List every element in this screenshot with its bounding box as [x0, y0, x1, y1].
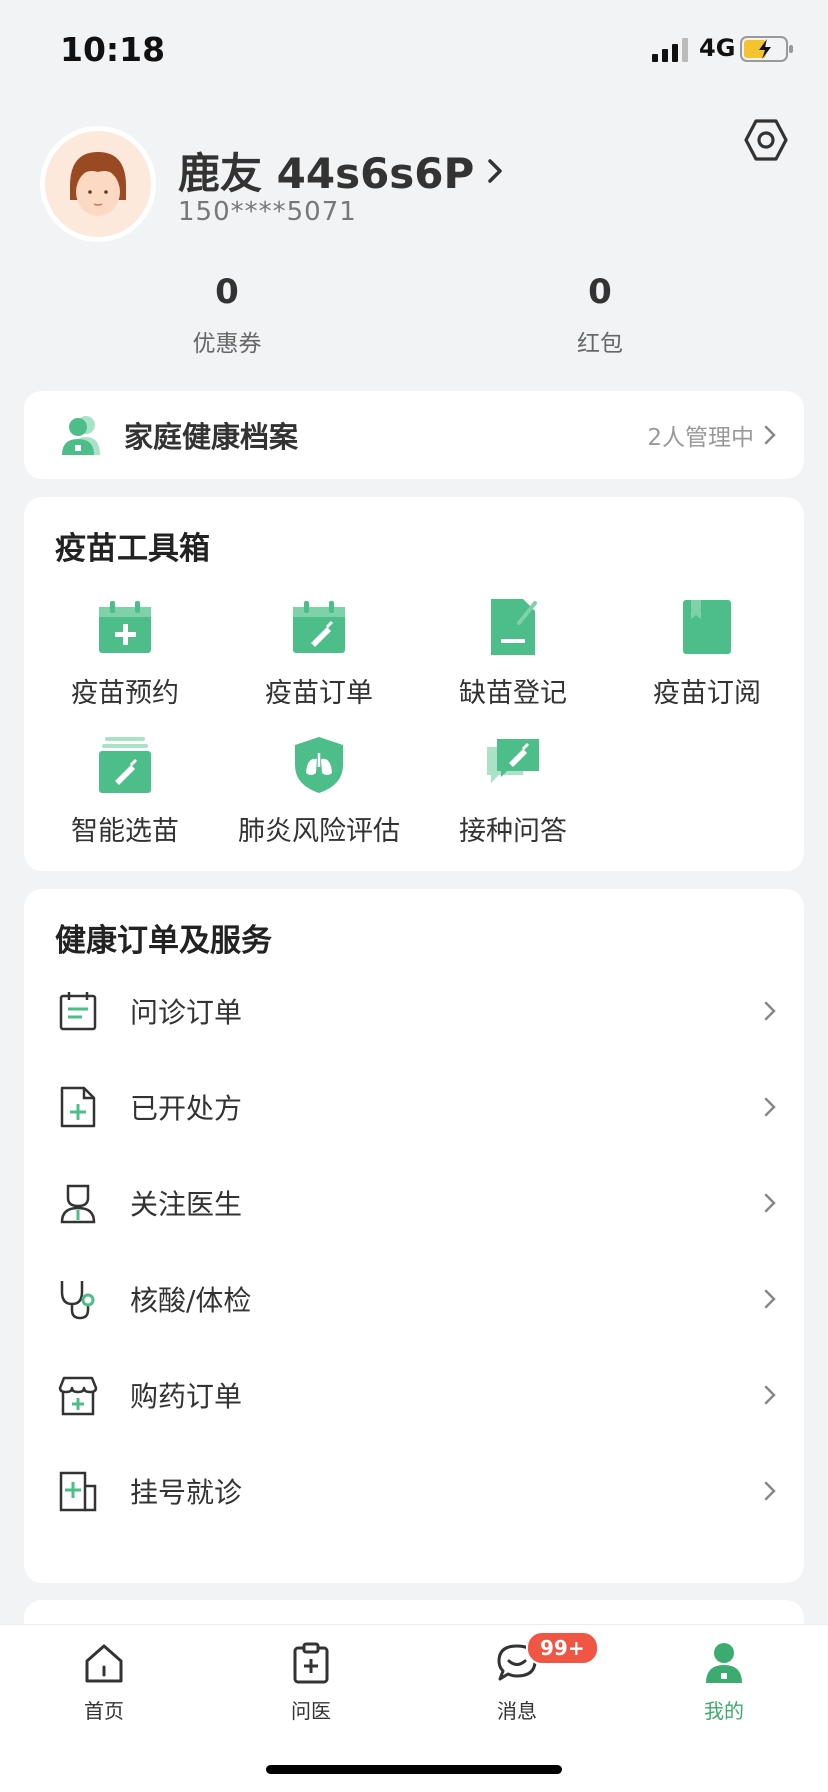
- tool-vaccine-shortage-register[interactable]: 缺苗登记: [423, 597, 603, 710]
- shield-lungs-icon: [295, 737, 343, 793]
- health-services-card: 健康订单及服务 问诊订单 已开处方 关注医生 核酸/体检 购药订单 挂号就诊: [24, 889, 804, 1583]
- hospital-icon: [59, 1471, 97, 1512]
- chevron-right-icon: [764, 1385, 776, 1405]
- nickname: 鹿友 44s6s6P: [178, 149, 475, 198]
- stacked-syringe-icon: [99, 737, 151, 793]
- bottom-tab-bar: 首页 问医 消息 99+ 我的: [0, 1624, 828, 1792]
- tab-label: 首页: [84, 1699, 124, 1723]
- chevron-right-icon: [764, 1289, 776, 1309]
- user-icon: [706, 1643, 742, 1683]
- tool-label: 疫苗订阅: [653, 678, 761, 709]
- row-label: 购药订单: [130, 1380, 243, 1413]
- calendar-syringe-icon: [293, 601, 345, 653]
- red-packet-stat[interactable]: 0 红包: [520, 272, 680, 358]
- tool-label: 智能选苗: [71, 816, 179, 847]
- vaccine-toolbox-title: 疫苗工具箱: [55, 531, 210, 567]
- row-registration[interactable]: 挂号就诊: [24, 1446, 804, 1536]
- clipboard-calendar-icon: [59, 992, 97, 1031]
- chevron-right-icon: [764, 1097, 776, 1117]
- tab-mine[interactable]: 我的: [664, 1641, 784, 1724]
- tool-label: 肺炎风险评估: [238, 816, 400, 847]
- row-medicine-orders[interactable]: 购药订单: [24, 1350, 804, 1440]
- chevron-right-icon: [764, 1481, 776, 1501]
- row-consult-orders[interactable]: 问诊订单: [24, 966, 804, 1056]
- family-health-record-card[interactable]: 家庭健康档案 2人管理中: [24, 391, 804, 479]
- tool-pneumonia-risk[interactable]: 肺炎风险评估: [229, 735, 409, 848]
- row-prescriptions[interactable]: 已开处方: [24, 1062, 804, 1152]
- chevron-right-icon: [488, 158, 503, 183]
- tool-vaccine-orders[interactable]: 疫苗订单: [229, 597, 409, 710]
- tool-label: 接种问答: [459, 816, 567, 847]
- tool-vaccination-qa[interactable]: 接种问答: [423, 735, 603, 848]
- tab-ask-doctor[interactable]: 问医: [251, 1641, 371, 1724]
- home-indicator: [266, 1765, 562, 1774]
- tool-vaccine-appointment[interactable]: 疫苗预约: [35, 597, 215, 710]
- calendar-plus-icon: [99, 601, 151, 653]
- coupon-label: 优惠券: [192, 331, 262, 357]
- battery-charging-icon: [740, 36, 793, 62]
- chevron-right-icon: [764, 425, 776, 445]
- health-services-title: 健康订单及服务: [55, 923, 272, 959]
- bookmark-book-icon: [683, 600, 731, 654]
- row-label: 挂号就诊: [130, 1476, 243, 1509]
- chat-syringe-icon: [487, 739, 539, 783]
- tool-label: 疫苗预约: [71, 678, 179, 709]
- red-packet-label: 红包: [577, 331, 623, 357]
- status-time: 10:18: [60, 30, 166, 69]
- network-type: 4G: [699, 34, 736, 62]
- row-label: 问诊订单: [130, 996, 243, 1029]
- pharmacy-store-icon: [58, 1376, 98, 1416]
- document-edit-icon: [491, 599, 537, 655]
- family-record-title: 家庭健康档案: [124, 420, 299, 454]
- tab-label: 问医: [291, 1699, 331, 1723]
- home-icon: [85, 1644, 123, 1683]
- avatar-face-icon: [70, 152, 126, 216]
- stethoscope-icon: [60, 1281, 95, 1320]
- avatar[interactable]: [40, 126, 156, 242]
- tool-label: 疫苗订单: [265, 678, 373, 709]
- row-label: 关注医生: [130, 1188, 243, 1221]
- chevron-right-icon: [764, 1001, 776, 1021]
- medical-kit-icon: [293, 1642, 329, 1684]
- row-label: 已开处方: [130, 1092, 243, 1125]
- tab-label: 消息: [497, 1699, 537, 1723]
- family-record-status: 2人管理中: [647, 425, 754, 451]
- chevron-right-icon: [764, 1193, 776, 1213]
- status-bar: 10:18 4G: [0, 0, 828, 100]
- tab-label: 我的: [704, 1699, 744, 1723]
- cellular-signal-icon: [652, 38, 688, 62]
- row-nucleic-checkup[interactable]: 核酸/体检: [24, 1254, 804, 1344]
- tool-label: 缺苗登记: [459, 678, 567, 709]
- prescription-file-icon: [60, 1086, 96, 1128]
- message-count-badge: 99+: [526, 1631, 599, 1665]
- tab-home[interactable]: 首页: [44, 1641, 164, 1724]
- coupon-stat[interactable]: 0 优惠券: [147, 272, 307, 358]
- tool-smart-vaccine-select[interactable]: 智能选苗: [35, 735, 215, 848]
- settings-icon[interactable]: [742, 116, 790, 164]
- coupon-count: 0: [215, 272, 239, 312]
- tool-vaccine-subscription[interactable]: 疫苗订阅: [617, 597, 797, 710]
- profile-name-link[interactable]: 鹿友 44s6s6P: [178, 140, 504, 201]
- red-packet-count: 0: [588, 272, 612, 312]
- vaccine-toolbox-card: 疫苗工具箱 疫苗预约 疫苗订单 缺苗登记 疫苗订阅 智能选苗 肺炎风险评估 接种…: [24, 497, 804, 871]
- row-label: 核酸/体检: [130, 1284, 252, 1317]
- row-followed-doctors[interactable]: 关注医生: [24, 1158, 804, 1248]
- doctor-icon: [60, 1184, 96, 1224]
- phone-number: 150****5071: [178, 197, 357, 227]
- family-users-icon: [62, 416, 100, 455]
